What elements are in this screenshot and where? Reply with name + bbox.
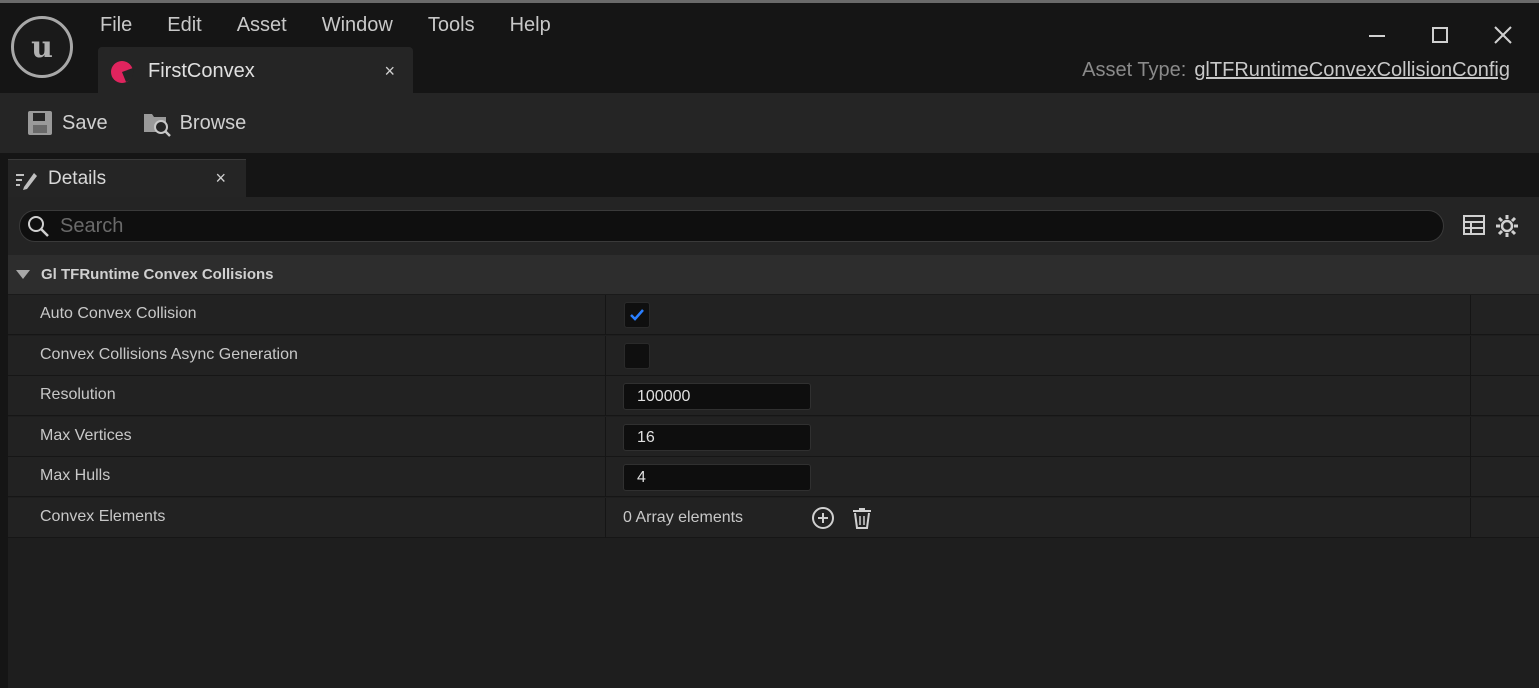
column-divider xyxy=(1470,376,1471,416)
property-name: Max Hulls xyxy=(40,467,111,484)
save-label: Save xyxy=(62,111,108,134)
property-name: Max Vertices xyxy=(40,427,132,444)
column-divider xyxy=(1470,336,1471,376)
property-name: Convex Collisions Async Generation xyxy=(40,346,298,363)
close-icon[interactable] xyxy=(1488,23,1518,47)
property-row-resolution: Resolution xyxy=(8,376,1539,416)
tab-details[interactable]: Details × xyxy=(8,159,246,197)
column-divider xyxy=(605,376,606,416)
property-name: Convex Elements xyxy=(40,508,166,525)
collapse-arrow-icon xyxy=(16,270,30,279)
toolbar: Save Browse xyxy=(0,93,1539,153)
maximize-icon[interactable] xyxy=(1425,23,1455,47)
property-name: Resolution xyxy=(40,386,116,403)
column-divider xyxy=(605,457,606,497)
add-element-icon[interactable] xyxy=(811,506,835,530)
menu-edit[interactable]: Edit xyxy=(167,13,201,37)
property-row-max-hulls: Max Hulls xyxy=(8,457,1539,497)
details-edit-icon xyxy=(16,172,37,190)
gear-icon[interactable] xyxy=(1495,214,1519,243)
title-bar: u File Edit Asset Window Tools Help Firs… xyxy=(0,3,1539,96)
column-divider xyxy=(605,295,606,335)
property-row-async-generation: Convex Collisions Async Generation xyxy=(8,336,1539,376)
search-icon xyxy=(28,216,49,237)
menu-window[interactable]: Window xyxy=(322,13,393,37)
details-panel-area: Details × Search Gl TFRuntime Convex Col… xyxy=(0,153,1539,688)
category-title: Gl TFRuntime Convex Collisions xyxy=(41,266,274,283)
details-close-icon[interactable]: × xyxy=(215,168,226,189)
property-row-convex-elements: Convex Elements 0 Array elements xyxy=(8,498,1539,538)
menu-tools[interactable]: Tools xyxy=(428,13,475,37)
max-vertices-field[interactable] xyxy=(623,424,811,451)
search-row xyxy=(8,197,1539,255)
panel-options xyxy=(1463,214,1529,243)
column-divider xyxy=(1470,295,1471,335)
resolution-input[interactable] xyxy=(637,387,807,406)
array-count: 0 Array elements xyxy=(623,509,744,526)
menu-bar: File Edit Asset Window Tools Help xyxy=(100,13,586,37)
column-divider xyxy=(1470,417,1471,457)
async-generation-checkbox[interactable] xyxy=(624,343,650,369)
checkmark-icon xyxy=(630,309,644,321)
trash-icon[interactable] xyxy=(850,506,874,530)
save-button[interactable]: Save xyxy=(26,109,108,137)
resolution-field[interactable] xyxy=(623,383,811,410)
column-divider xyxy=(605,498,606,538)
menu-asset[interactable]: Asset xyxy=(237,13,287,37)
tab-close-icon[interactable]: × xyxy=(384,61,395,82)
max-vertices-input[interactable] xyxy=(637,428,807,447)
max-hulls-field[interactable] xyxy=(623,464,811,491)
tab-label: FirstConvex xyxy=(148,60,255,82)
table-view-icon[interactable] xyxy=(1463,214,1485,243)
asset-type-label: Asset Type: xyxy=(1082,59,1187,81)
browse-label: Browse xyxy=(179,111,247,134)
auto-convex-collision-checkbox[interactable] xyxy=(624,302,650,328)
menu-help[interactable]: Help xyxy=(510,13,551,37)
category-header[interactable]: Gl TFRuntime Convex Collisions xyxy=(8,255,1539,295)
browse-button[interactable]: Browse xyxy=(142,108,247,138)
asset-type-link[interactable]: glTFRuntimeConvexCollisionConfig xyxy=(1194,59,1510,82)
property-name: Auto Convex Collision xyxy=(40,305,197,322)
browse-icon xyxy=(143,114,171,137)
menu-file[interactable]: File xyxy=(100,13,132,37)
column-divider xyxy=(1470,457,1471,497)
property-row-auto-convex-collision: Auto Convex Collision xyxy=(8,295,1539,335)
tab-firstconvex[interactable]: FirstConvex × xyxy=(98,47,413,96)
details-tab-label: Details xyxy=(48,167,107,189)
column-divider xyxy=(605,417,606,457)
svg-text:u: u xyxy=(31,30,53,65)
search-box[interactable] xyxy=(19,210,1444,242)
asset-icon xyxy=(110,60,134,84)
column-divider xyxy=(605,336,606,376)
search-input[interactable] xyxy=(60,214,1360,238)
max-hulls-input[interactable] xyxy=(637,468,807,487)
save-icon xyxy=(28,111,52,135)
details-panel: Gl TFRuntime Convex Collisions Auto Conv… xyxy=(8,197,1539,688)
column-divider xyxy=(1470,498,1471,538)
unreal-logo[interactable]: u xyxy=(11,16,73,78)
minimize-icon[interactable] xyxy=(1362,23,1392,47)
asset-type-info: Asset Type: glTFRuntimeConvexCollisionCo… xyxy=(1082,59,1510,82)
property-row-max-vertices: Max Vertices xyxy=(8,417,1539,457)
